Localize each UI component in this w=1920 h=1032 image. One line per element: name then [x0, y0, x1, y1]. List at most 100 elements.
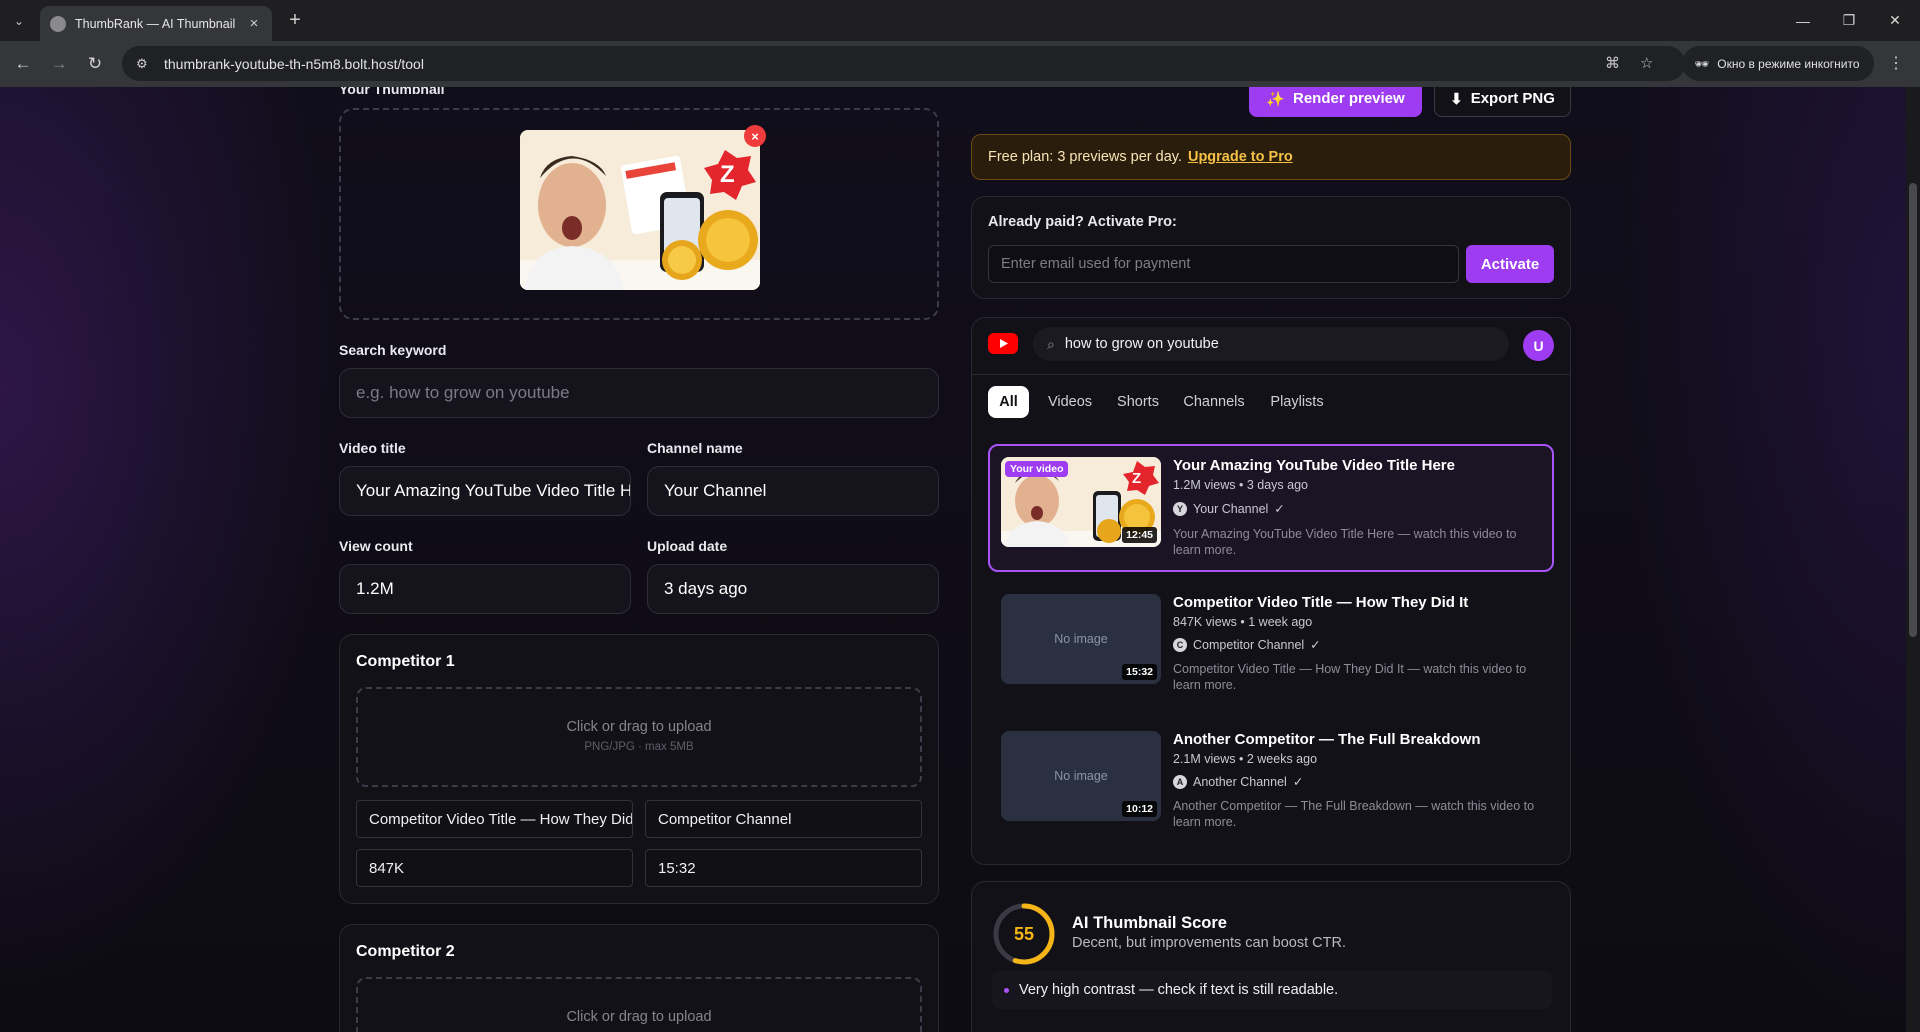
chip-shorts[interactable]: Shorts — [1108, 386, 1168, 418]
remove-thumbnail-close-icon[interactable]: × — [744, 125, 766, 147]
competitor-1-card: Competitor 1 Click or drag to upload PNG… — [339, 634, 939, 904]
chip-channels[interactable]: Channels — [1174, 386, 1254, 418]
minimize-icon[interactable]: — — [1780, 0, 1826, 41]
channel-avatar: C — [1173, 637, 1187, 652]
tab-title: ThumbRank — AI Thumbnail Pr — [75, 16, 237, 31]
render-preview-button[interactable]: ✨ Render preview — [1249, 87, 1422, 117]
search-result-your-video[interactable]: Z Your video 12:45 Your Amazing YouTube … — [988, 444, 1554, 572]
duration-badge: 15:32 — [1122, 664, 1157, 680]
free-plan-text: Free plan: 3 previews per day. — [988, 149, 1182, 165]
window-close-icon[interactable]: ✕ — [1872, 0, 1918, 41]
upload-date-label: Upload date — [647, 538, 728, 554]
new-tab-plus-icon[interactable]: + — [282, 8, 308, 34]
duration-badge: 12:45 — [1122, 527, 1157, 543]
your-thumbnail-dropzone[interactable]: Z × — [339, 108, 939, 320]
more-menu-icon[interactable]: ⋮ — [1888, 53, 1904, 73]
activate-button[interactable]: Activate — [1466, 245, 1554, 283]
result-channel[interactable]: A Another Channel ✓ — [1173, 774, 1303, 789]
competitor-2-upload-dropzone[interactable]: Click or drag to upload — [356, 977, 922, 1032]
search-keyword-label: Search keyword — [339, 342, 447, 358]
reload-icon[interactable]: ↻ — [82, 51, 108, 77]
your-thumbnail-label: Your Thumbnail — [339, 87, 445, 97]
search-result-competitor-1[interactable]: No image 15:32 Competitor Video Title — … — [988, 583, 1554, 711]
competitor-1-heading: Competitor 1 — [356, 653, 455, 670]
score-tip: Very high contrast — check if text is st… — [992, 971, 1552, 1009]
filter-chips: All Videos Shorts Channels Playlists — [988, 386, 1548, 418]
chip-all[interactable]: All — [988, 386, 1029, 418]
competitor-1-title-input[interactable]: Competitor Video Title — How They Did It — [356, 800, 633, 838]
video-title-label: Video title — [339, 440, 406, 456]
channel-avatar: Y — [1173, 501, 1187, 516]
result-title[interactable]: Competitor Video Title — How They Did It — [1173, 594, 1468, 611]
verified-check-icon: ✓ — [1274, 502, 1285, 516]
back-arrow-icon[interactable]: ← — [10, 51, 36, 77]
no-image-text: No image — [1054, 632, 1108, 646]
channel-name-input[interactable]: Your Channel — [647, 466, 939, 516]
view-count-input[interactable]: 1.2M — [339, 564, 631, 614]
upload-text: Click or drag to upload — [566, 719, 712, 735]
channel-name: Another Channel — [1193, 774, 1287, 789]
browser-toolbar: ← → ↻ ⚙ thumbrank-youtube-th-n5m8.bolt.h… — [0, 41, 1920, 87]
upload-date-input[interactable]: 3 days ago — [647, 564, 939, 614]
divider — [972, 374, 1570, 375]
search-icon: ⌕ — [1047, 335, 1055, 352]
payment-email-input[interactable]: Enter email used for payment — [988, 245, 1459, 283]
channel-name: Your Channel — [1193, 501, 1269, 516]
result-meta: 2.1M views • 2 weeks ago — [1173, 752, 1318, 766]
incognito-label: Окно в режиме инкогнито — [1717, 56, 1860, 71]
score-tip-text: Very high contrast — check if text is st… — [1019, 982, 1339, 998]
competitor-1-duration-input[interactable]: 15:32 — [645, 849, 922, 887]
score-subtitle: Decent, but improvements can boost CTR. — [1072, 935, 1347, 951]
no-image-text: No image — [1054, 769, 1108, 783]
competitor-1-channel-input[interactable]: Competitor Channel — [645, 800, 922, 838]
play-icon — [1000, 339, 1008, 348]
search-result-competitor-2[interactable]: No image 10:12 Another Competitor — The … — [988, 720, 1554, 848]
tab-search-menu-icon[interactable]: ⌄ — [6, 8, 32, 34]
site-info-icon[interactable]: ⚙ — [136, 56, 156, 72]
competitor-2-heading: Competitor 2 — [356, 943, 455, 960]
chip-videos[interactable]: Videos — [1038, 386, 1102, 418]
chip-playlists[interactable]: Playlists — [1260, 386, 1334, 418]
competitor-2-card: Competitor 2 Click or drag to upload — [339, 924, 939, 1032]
result-thumbnail-placeholder: No image 10:12 — [1001, 731, 1161, 821]
result-channel[interactable]: C Competitor Channel ✓ — [1173, 637, 1321, 652]
download-icon: ⬇ — [1450, 90, 1463, 108]
browser-tabbar: ⌄ ThumbRank — AI Thumbnail Pr × + — ❐ ✕ — [0, 0, 1920, 41]
restore-icon[interactable]: ❐ — [1826, 0, 1872, 41]
score-title: AI Thumbnail Score — [1072, 914, 1227, 932]
search-keyword-input[interactable]: e.g. how to grow on youtube — [339, 368, 939, 418]
browser-tab[interactable]: ThumbRank — AI Thumbnail Pr × — [40, 6, 272, 41]
incognito-indicator[interactable]: 🕶 Окно в режиме инкогнито — [1682, 46, 1874, 81]
result-channel[interactable]: Y Your Channel ✓ — [1173, 501, 1285, 516]
verified-check-icon: ✓ — [1292, 775, 1304, 789]
youtube-search-query: how to grow on youtube — [1064, 336, 1219, 352]
verified-check-icon: ✓ — [1310, 638, 1321, 652]
result-thumbnail-placeholder: No image 15:32 — [1001, 594, 1161, 684]
globe-icon — [50, 15, 66, 32]
url-text: thumbrank-youtube-th-n5m8.bolt.host/tool — [164, 55, 424, 72]
svg-text:Z: Z — [1132, 470, 1141, 487]
forward-arrow-icon[interactable]: → — [46, 51, 72, 77]
result-thumbnail: Z Your video 12:45 — [1001, 457, 1161, 547]
activate-pro-card: Already paid? Activate Pro: Enter email … — [971, 196, 1571, 299]
page-scrollbar[interactable] — [1906, 87, 1920, 1032]
competitor-1-views-input[interactable]: 847K — [356, 849, 633, 887]
scrollbar-thumb[interactable] — [1909, 183, 1917, 637]
translate-icon[interactable]: ⌘ — [1605, 54, 1620, 72]
user-avatar[interactable]: U — [1523, 330, 1554, 361]
result-title[interactable]: Your Amazing YouTube Video Title Here — [1173, 457, 1455, 474]
video-title-input[interactable]: Your Amazing YouTube Video Title Here — [339, 466, 631, 516]
activate-pro-heading: Already paid? Activate Pro: — [988, 214, 1177, 230]
youtube-logo-icon — [988, 333, 1018, 354]
close-icon[interactable]: × — [246, 15, 262, 32]
thumbnail-art-svg: Z — [520, 130, 760, 290]
youtube-preview-card: ⌕ how to grow on youtube U All Videos Sh… — [971, 317, 1571, 865]
result-title[interactable]: Another Competitor — The Full Breakdown — [1173, 731, 1481, 748]
render-preview-label: Render preview — [1292, 90, 1405, 107]
youtube-search-bar[interactable]: ⌕ how to grow on youtube — [1033, 327, 1509, 361]
competitor-1-upload-dropzone[interactable]: Click or drag to upload PNG/JPG · max 5M… — [356, 687, 922, 787]
bookmark-star-icon[interactable]: ☆ — [1640, 54, 1653, 72]
upgrade-to-pro-link[interactable]: Upgrade to Pro — [1188, 149, 1293, 165]
address-bar[interactable]: ⚙ thumbrank-youtube-th-n5m8.bolt.host/to… — [122, 46, 1685, 81]
export-png-button[interactable]: ⬇ Export PNG — [1434, 87, 1571, 117]
